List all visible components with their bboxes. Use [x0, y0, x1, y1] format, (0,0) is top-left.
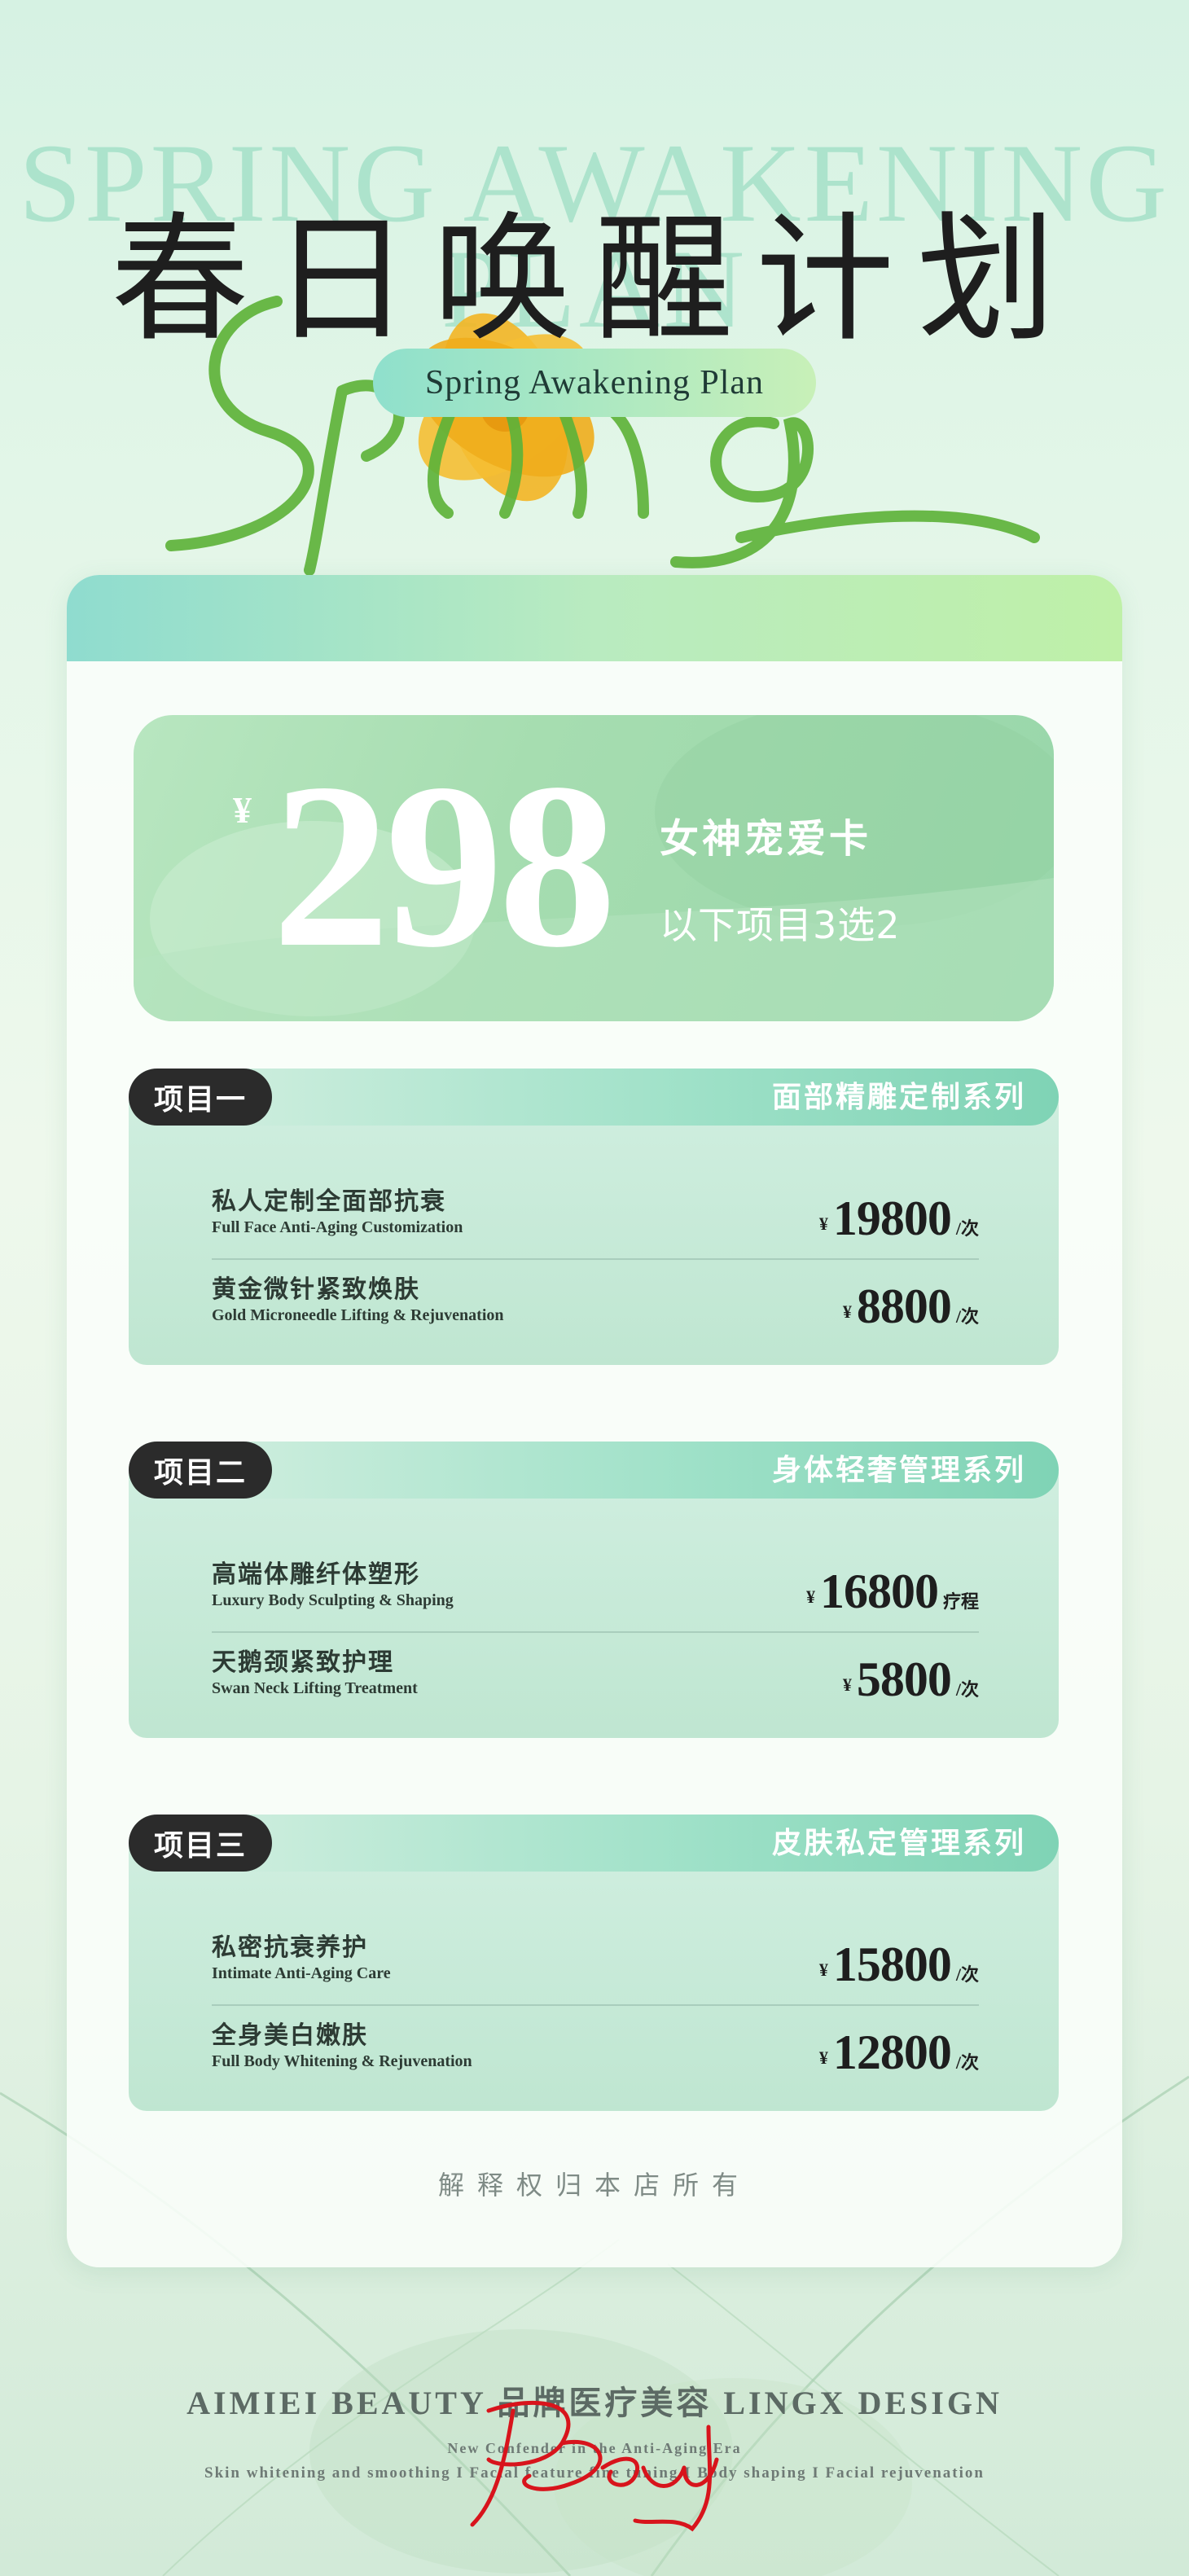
item-name-en: Gold Microneedle Lifting & Rejuvenation: [212, 1306, 504, 1324]
list-item: 私密抗衰养护 Intimate Anti-Aging Care ¥15800/次: [212, 1927, 979, 2003]
section-name: 面部精雕定制系列: [771, 1081, 1026, 1113]
offer-price: 298: [272, 735, 616, 996]
currency-symbol: ¥: [233, 789, 252, 831]
item-name-cn: 高端体雕纤体塑形: [212, 1561, 420, 1588]
section-facial: 项目一 面部精雕定制系列 私人定制全面部抗衰 Full Face Anti-Ag…: [129, 1069, 1059, 1365]
item-name-en: Intimate Anti-Aging Care: [212, 1964, 391, 1982]
currency-symbol: ¥: [842, 1674, 852, 1695]
price-value: 5800: [856, 1652, 952, 1706]
price-value: 16800: [819, 1564, 939, 1618]
card-top-band: [67, 575, 1122, 661]
currency-symbol: ¥: [842, 1301, 852, 1322]
list-item: 高端体雕纤体塑形 Luxury Body Sculpting & Shaping…: [212, 1554, 979, 1630]
price-banner: ¥ 298 女神宠爱卡 以下项目3选2: [134, 715, 1054, 1021]
list-item: 全身美白嫩肤 Full Body Whitening & Rejuvenatio…: [212, 2015, 979, 2091]
item-price: ¥5800/次: [843, 1652, 979, 1708]
item-name-en: Luxury Body Sculpting & Shaping: [212, 1591, 454, 1609]
item-name-cn: 私密抗衰养护: [212, 1934, 368, 1961]
item-price: ¥16800 疗程: [806, 1564, 979, 1620]
price-value: 12800: [832, 2025, 952, 2079]
price-unit: /次: [955, 1306, 979, 1327]
section-tag: 项目二: [129, 1442, 272, 1499]
section-tag: 项目一: [129, 1069, 272, 1126]
price-unit: 疗程: [942, 1591, 979, 1612]
offer-rule: 以下项目3选2: [660, 903, 901, 947]
item-name-cn: 全身美白嫩肤: [212, 2022, 368, 2049]
section-skin-care: 项目三 皮肤私定管理系列 私密抗衰养护 Intimate Anti-Aging …: [129, 1815, 1059, 2111]
price-unit: /次: [955, 1679, 979, 1700]
price-unit: /次: [955, 1218, 979, 1239]
price-value: 8800: [856, 1279, 952, 1333]
item-name-en: Full Face Anti-Aging Customization: [212, 1218, 463, 1236]
price-value: 15800: [832, 1937, 952, 1991]
page-title: 春日唤醒计划: [110, 200, 1078, 361]
beauty-signature-logo: [470, 2400, 719, 2532]
divider: [212, 2004, 979, 2006]
price-unit: /次: [955, 1964, 979, 1985]
item-name-cn: 私人定制全面部抗衰: [212, 1188, 446, 1215]
item-name-en: Swan Neck Lifting Treatment: [212, 1679, 418, 1697]
currency-symbol: ¥: [818, 1213, 828, 1234]
section-tag: 项目三: [129, 1815, 272, 1872]
item-price: ¥8800/次: [843, 1279, 979, 1335]
divider: [212, 1258, 979, 1260]
currency-symbol: ¥: [818, 2047, 828, 2068]
price-value: 19800: [832, 1191, 952, 1245]
main-card: ¥ 298 女神宠爱卡 以下项目3选2 项目一 面部精雕定制系列 私人定制全面部…: [67, 575, 1122, 2267]
offer-card-name: 女神宠爱卡: [660, 816, 872, 862]
section-name: 皮肤私定管理系列: [771, 1827, 1026, 1859]
subtitle-pill: Spring Awakening Plan: [373, 349, 816, 417]
item-price: ¥15800/次: [819, 1937, 979, 1993]
section-name: 身体轻奢管理系列: [771, 1454, 1026, 1486]
item-name-cn: 黄金微针紧致焕肤: [212, 1276, 420, 1303]
item-price: ¥19800/次: [819, 1191, 979, 1247]
list-item: 天鹅颈紧致护理 Swan Neck Lifting Treatment ¥580…: [212, 1642, 979, 1718]
price-unit: /次: [955, 2052, 979, 2073]
disclaimer-text: 解释权归本店所有: [437, 2170, 751, 2201]
currency-symbol: ¥: [805, 1586, 815, 1607]
item-price: ¥12800/次: [819, 2025, 979, 2081]
list-item: 黄金微针紧致焕肤 Gold Microneedle Lifting & Reju…: [212, 1269, 979, 1345]
item-name-cn: 天鹅颈紧致护理: [212, 1649, 394, 1676]
currency-symbol: ¥: [818, 1959, 828, 1980]
item-name-en: Full Body Whitening & Rejuvenation: [212, 2052, 472, 2070]
divider: [212, 1631, 979, 1633]
list-item: 私人定制全面部抗衰 Full Face Anti-Aging Customiza…: [212, 1181, 979, 1257]
section-body-care: 项目二 身体轻奢管理系列 高端体雕纤体塑形 Luxury Body Sculpt…: [129, 1442, 1059, 1738]
